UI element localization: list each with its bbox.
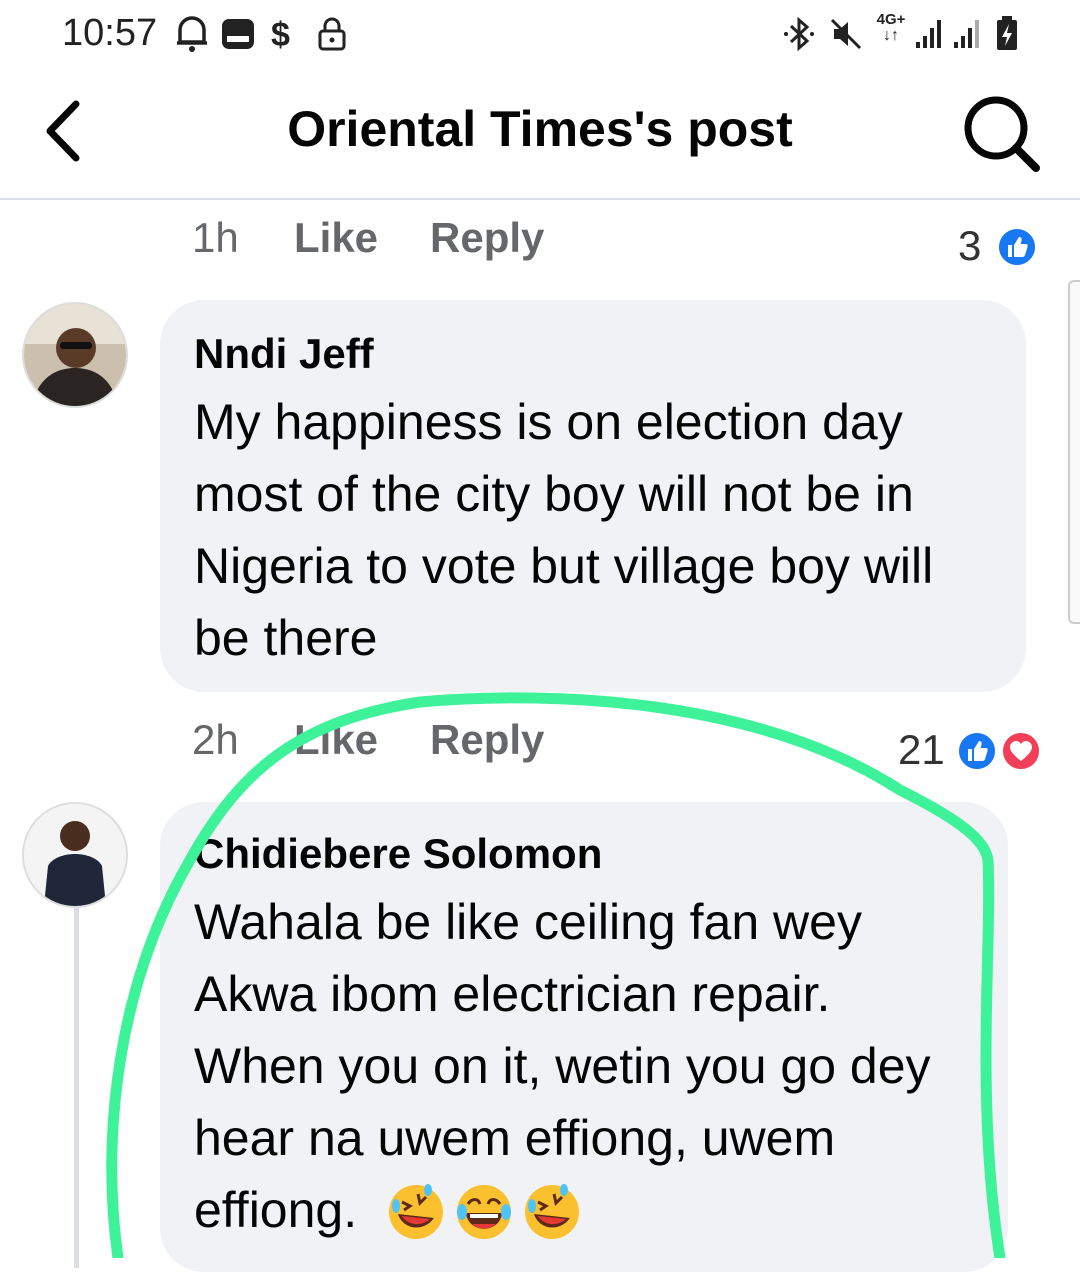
- storage-icon: [222, 19, 254, 49]
- avatar[interactable]: [22, 302, 128, 408]
- battery-charging-icon: [997, 16, 1017, 50]
- lock-icon: [318, 17, 346, 51]
- comment-line: My happiness is on election day: [194, 394, 903, 450]
- tears-of-joy-emoji-icon: [457, 1185, 511, 1239]
- like-reaction-icon: [997, 227, 1037, 267]
- comment-timestamp: 1h: [192, 214, 239, 261]
- comment-line: be there: [194, 610, 378, 666]
- page-title: Oriental Times's post: [287, 101, 793, 157]
- svg-text:$: $: [271, 16, 290, 54]
- comment-actions: 2h Like Reply 21: [0, 716, 1080, 776]
- reaction-count[interactable]: 3: [958, 222, 981, 270]
- comment-author[interactable]: Chidiebere Solomon: [194, 830, 602, 878]
- comment-line: When you on it, wetin you go dey: [194, 1038, 931, 1094]
- reply-button[interactable]: Reply: [430, 716, 544, 764]
- signal-icon-2: [954, 20, 979, 48]
- top-app-bar: Oriental Times's post: [0, 70, 1080, 200]
- reply-button[interactable]: Reply: [430, 214, 544, 262]
- rolling-laughing-emoji-icon: [389, 1184, 443, 1239]
- comment-line: Wahala be like ceiling fan wey: [194, 894, 862, 950]
- network-type-icon: 4G+ ↓↑: [876, 11, 906, 44]
- reaction-count[interactable]: 21: [898, 726, 945, 774]
- like-button[interactable]: Like: [294, 716, 378, 764]
- comment-line: most of the city boy will not be in: [194, 466, 914, 522]
- comment-actions: 1h Like Reply 3: [0, 214, 1080, 274]
- comment-bubble: Nndi Jeff My happiness is on election da…: [160, 300, 1026, 692]
- avatar-photo: [24, 304, 126, 406]
- avatar-photo: [24, 804, 126, 906]
- status-time: 10:57: [62, 12, 158, 54]
- bluetooth-icon: [784, 16, 814, 52]
- like-reaction-icon: [957, 731, 997, 771]
- mute-icon: [830, 18, 862, 50]
- money-icon: $: [271, 16, 290, 54]
- comment-author[interactable]: Nndi Jeff: [194, 330, 374, 378]
- thread-line: [74, 908, 79, 1268]
- status-bar: 10:57 $ 4G+ ↓↑: [0, 0, 1080, 70]
- rolling-laughing-emoji-icon: [525, 1184, 579, 1239]
- comment-line: Nigeria to vote but village boy will: [194, 538, 934, 594]
- avatar[interactable]: [22, 802, 128, 908]
- notification-bell-icon: [177, 16, 207, 52]
- scrollbar[interactable]: [1068, 280, 1080, 624]
- comment-bubble: Chidiebere Solomon Wahala be like ceilin…: [160, 802, 1008, 1272]
- comment-line-text: effiong.: [194, 1182, 358, 1238]
- comment-timestamp: 2h: [192, 716, 239, 763]
- comment-text: Wahala be like ceiling fan wey Akwa ibom…: [194, 886, 931, 1246]
- love-reaction-icon: [1001, 731, 1041, 771]
- comment-line: Akwa ibom electrician repair.: [194, 966, 831, 1022]
- like-button[interactable]: Like: [294, 214, 378, 262]
- signal-icon: [916, 20, 941, 48]
- comment-text: My happiness is on election day most of …: [194, 386, 933, 674]
- comment-line: effiong.: [194, 1174, 931, 1246]
- comment-line: hear na uwem effiong, uwem: [194, 1110, 836, 1166]
- search-icon[interactable]: [958, 90, 1044, 176]
